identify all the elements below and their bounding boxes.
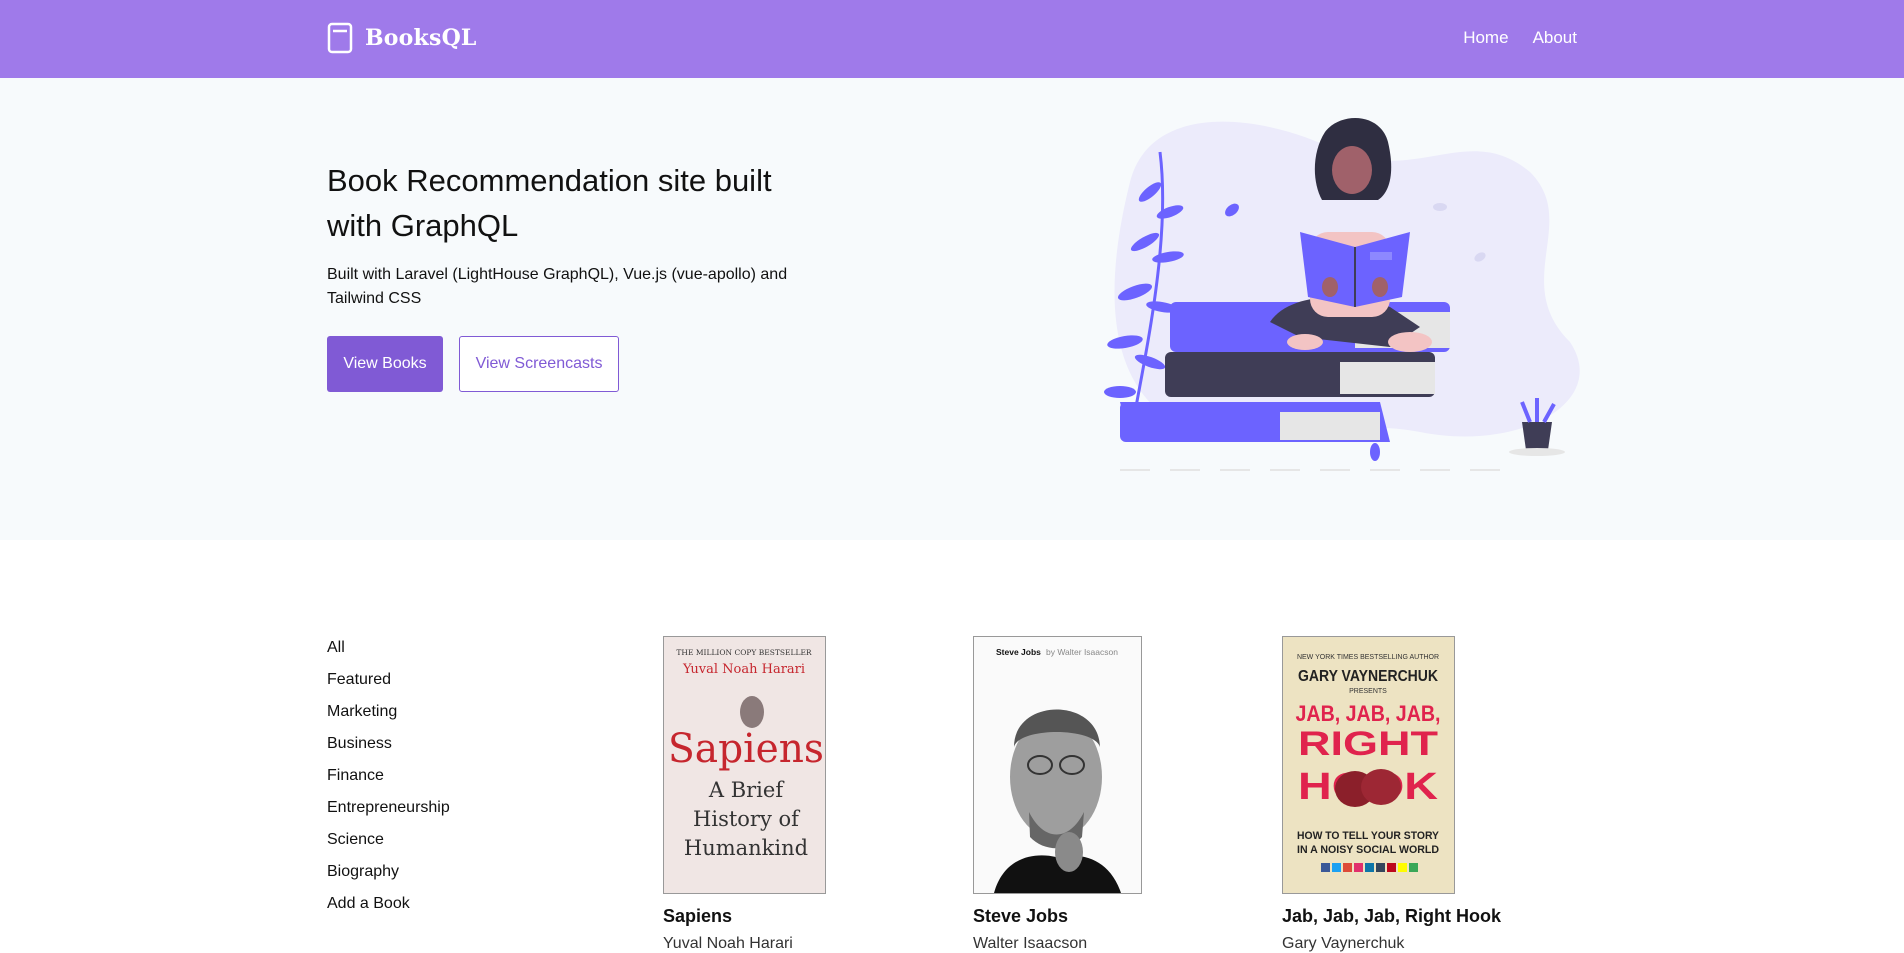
add-book-link[interactable]: Add a Book [327,894,450,926]
reading-woman-illustration [1104,118,1580,471]
cover-title-line-1: JAB, JAB, JAB, [1296,701,1441,726]
view-books-button[interactable]: View Books [327,336,443,392]
cover-title: Steve Jobs [996,647,1041,657]
view-screencasts-button[interactable]: View Screencasts [459,336,619,392]
boxing-gloves-icon [1335,769,1401,807]
category-marketing[interactable]: Marketing [327,702,450,734]
category-finance[interactable]: Finance [327,766,450,798]
cover-presents: PRESENTS [1349,688,1387,695]
book-cover-jab-jab-jab[interactable]: NEW YORK TIMES BESTSELLING AUTHOR GARY V… [1282,636,1455,894]
hero-section: Book Recommendation site built with Grap… [0,78,1904,540]
brand-name: BooksQL [365,25,477,51]
cover-subtitle-line-1: A Brief [708,778,785,802]
cover-author: GARY VAYNERCHUK [1298,668,1438,685]
social-icons-row [1321,863,1418,872]
category-featured[interactable]: Featured [327,670,450,702]
cover-subtitle-line-2: IN A NOISY SOCIAL WORLD [1297,844,1439,856]
hero-subtitle: Built with Laravel (LightHouse GraphQL),… [327,266,788,307]
fingerprint-icon [740,696,764,728]
book-cover-sapiens[interactable]: THE MILLION COPY BESTSELLER Yuval Noah H… [663,636,826,894]
cover-author: Yuval Noah Harari [682,662,805,677]
category-all[interactable]: All [327,638,450,670]
book-card[interactable]: NEW YORK TIMES BESTSELLING AUTHOR GARY V… [1282,636,1501,953]
navbar: BooksQL Home About [0,0,1904,78]
book-card[interactable]: Steve Jobs by Walter Isaacson Steve Jobs… [973,636,1142,953]
cover-title: Sapiens [668,726,824,772]
category-biography[interactable]: Biography [327,862,450,894]
nav-home-link[interactable]: Home [1463,28,1508,48]
book-card[interactable]: THE MILLION COPY BESTSELLER Yuval Noah H… [663,636,826,953]
cover-title-line-2: RIGHT [1298,725,1438,763]
nav-about-link[interactable]: About [1533,28,1577,48]
book-author: Gary Vaynerchuk [1282,935,1405,952]
cover-tagline: NEW YORK TIMES BESTSELLING AUTHOR [1297,654,1439,661]
brand-link[interactable]: BooksQL [327,22,477,54]
book-title[interactable]: Sapiens [663,906,826,927]
book-icon [327,22,353,54]
book-cover-steve-jobs[interactable]: Steve Jobs by Walter Isaacson [973,636,1142,894]
book-title[interactable]: Steve Jobs [973,906,1142,927]
cover-subtitle-line-3: Humankind [684,836,808,860]
cover-tagline: THE MILLION COPY BESTSELLER [676,648,812,657]
cover-subtitle-line-1: HOW TO TELL YOUR STORY [1297,830,1440,842]
category-science[interactable]: Science [327,830,450,862]
category-business[interactable]: Business [327,734,450,766]
book-title[interactable]: Jab, Jab, Jab, Right Hook [1282,906,1501,927]
book-author: Walter Isaacson [973,935,1088,952]
nav-links: Home About [1463,28,1577,48]
cover-byline: by Walter Isaacson [1046,647,1118,657]
category-entrepreneurship[interactable]: Entrepreneurship [327,798,450,830]
hero-title: Book Recommendation site built with Grap… [327,163,772,243]
category-list: All Featured Marketing Business Finance … [327,638,450,926]
book-author: Yuval Noah Harari [663,935,793,952]
cover-subtitle-line-2: History of [693,807,801,831]
